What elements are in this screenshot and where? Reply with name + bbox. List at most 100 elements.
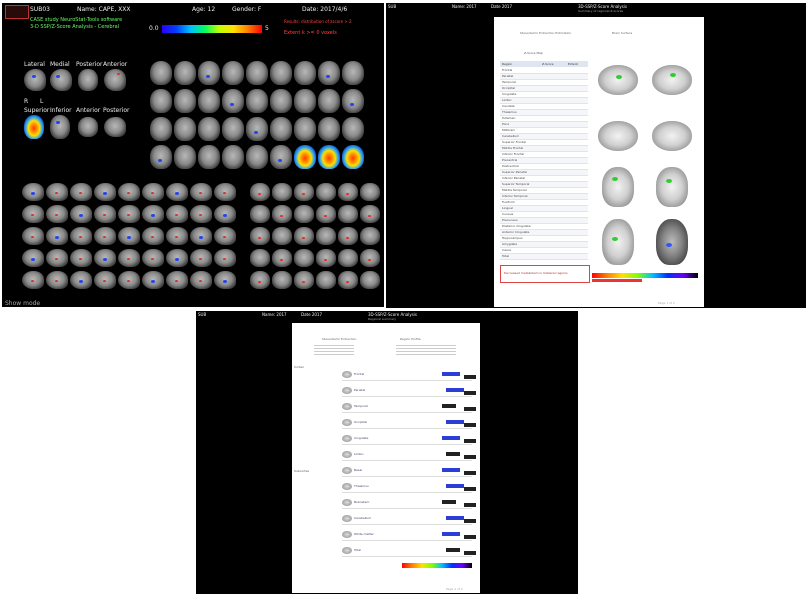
row-divider xyxy=(342,396,472,397)
activation-spot xyxy=(103,192,107,195)
row-region-label: Caudate xyxy=(502,104,515,108)
axial-slice xyxy=(270,145,292,169)
zscore-bar xyxy=(442,468,460,472)
axial-slice xyxy=(222,117,244,141)
view-label-medial: Medial xyxy=(50,61,70,68)
activation-spot xyxy=(55,192,58,194)
coronal-slice xyxy=(294,205,314,223)
zscore-bar xyxy=(442,372,460,376)
coronal-slice xyxy=(338,183,358,201)
axial-slice xyxy=(198,61,220,85)
row-region-label: Cuneus xyxy=(502,212,514,216)
activation-spot xyxy=(206,75,210,78)
axial-slice xyxy=(318,145,340,169)
activation-spot xyxy=(175,280,178,282)
surface-view-posterior xyxy=(78,69,98,91)
surface-view-medial xyxy=(50,69,72,91)
axial-slice xyxy=(270,117,292,141)
activation-spot xyxy=(79,280,83,283)
axial-slice xyxy=(318,89,340,113)
coronal-slice xyxy=(316,271,336,289)
surface-view-anterior xyxy=(104,69,126,91)
axial-slice xyxy=(222,89,244,113)
axial-slice xyxy=(318,61,340,85)
activation-spot xyxy=(612,177,618,181)
report-page: Stereotactic Extraction Estimation Brain… xyxy=(494,17,704,307)
page-left-title: Stereotactic Extraction Estimation xyxy=(520,31,572,35)
extent-bar xyxy=(464,439,476,443)
extent-bar xyxy=(464,503,476,507)
activation-spot xyxy=(223,236,226,238)
row-region-label: Superior Temporal xyxy=(502,182,530,186)
view-label-lateral: Lateral xyxy=(24,61,45,68)
row-region-label: Postcentral xyxy=(502,164,519,168)
surface-view-lateral xyxy=(24,69,46,91)
activation-spot xyxy=(79,258,82,260)
result-note-1: Results: distribution of zscore > 2 xyxy=(284,19,352,24)
axial-slice xyxy=(246,89,268,113)
row-region-label: Posterior Cingulate xyxy=(502,224,531,228)
row-divider xyxy=(342,492,472,493)
region-name: Brainstem xyxy=(354,500,370,504)
coronal-slice xyxy=(272,183,292,201)
page-footer: Page 2 of 2 xyxy=(446,587,463,591)
activation-spot xyxy=(31,192,35,195)
surface-view-superior xyxy=(24,115,44,139)
activation-spot xyxy=(258,193,261,195)
region-thumbnail xyxy=(342,387,352,394)
axial-slice xyxy=(222,61,244,85)
subject-id: SUB03 xyxy=(30,6,50,13)
patient-age: Age: 12 xyxy=(192,6,216,13)
row-divider xyxy=(342,444,472,445)
region-thumbnail xyxy=(342,499,352,506)
row-divider xyxy=(342,428,472,429)
coronal-slice xyxy=(338,227,358,245)
header-info-right xyxy=(396,345,456,355)
axial-slice xyxy=(198,89,220,113)
axial-slice xyxy=(246,61,268,85)
surface-brain-posterior xyxy=(656,167,688,207)
side-label-cortex: Cortex xyxy=(294,365,304,369)
surface-brain-superior xyxy=(602,219,634,265)
activation-spot xyxy=(79,214,83,217)
activation-spot xyxy=(55,236,59,239)
row-region-label: Putamen xyxy=(502,116,516,120)
row-region-label: Temporal xyxy=(502,80,516,84)
side-label-r: R xyxy=(24,98,29,105)
view-label-posterior-2: Posterior xyxy=(103,107,130,114)
axial-slice xyxy=(222,145,244,169)
region-thumbnail xyxy=(342,371,352,378)
coronal-slice xyxy=(360,271,380,289)
activation-spot xyxy=(199,258,202,260)
activation-spot xyxy=(616,75,622,79)
extent-bar xyxy=(464,535,476,539)
coronal-slice xyxy=(272,271,292,289)
zscore-bar xyxy=(446,484,464,488)
row-region-label: Pons xyxy=(502,122,510,126)
coronal-slice xyxy=(250,227,270,245)
activation-spot xyxy=(302,193,305,195)
row-region-label: Superior Parietal xyxy=(502,170,527,174)
coronal-slice xyxy=(360,183,380,201)
scale-max-label: 5 xyxy=(265,25,269,32)
activation-spot xyxy=(199,214,202,216)
activation-spot xyxy=(346,237,349,239)
extent-bar xyxy=(464,423,476,427)
activation-spot xyxy=(258,281,261,283)
axial-slice xyxy=(294,145,316,169)
activation-spot xyxy=(670,73,676,77)
row-region-label: Middle Frontal xyxy=(502,146,524,150)
row-divider xyxy=(342,556,472,557)
activation-spot xyxy=(254,131,258,134)
activation-spot xyxy=(199,280,202,282)
coronal-slice xyxy=(360,205,380,223)
activation-spot xyxy=(127,258,130,260)
region-name: Limbic xyxy=(354,452,364,456)
report-page: Stereotactic Extraction Region Profile C… xyxy=(292,323,480,593)
activation-spot xyxy=(117,73,120,75)
view-label-posterior: Posterior xyxy=(76,61,103,68)
row-divider xyxy=(342,380,472,381)
page-left-title: Stereotactic Extraction xyxy=(322,337,357,341)
extent-bar xyxy=(464,375,476,379)
axial-slice xyxy=(294,61,316,85)
